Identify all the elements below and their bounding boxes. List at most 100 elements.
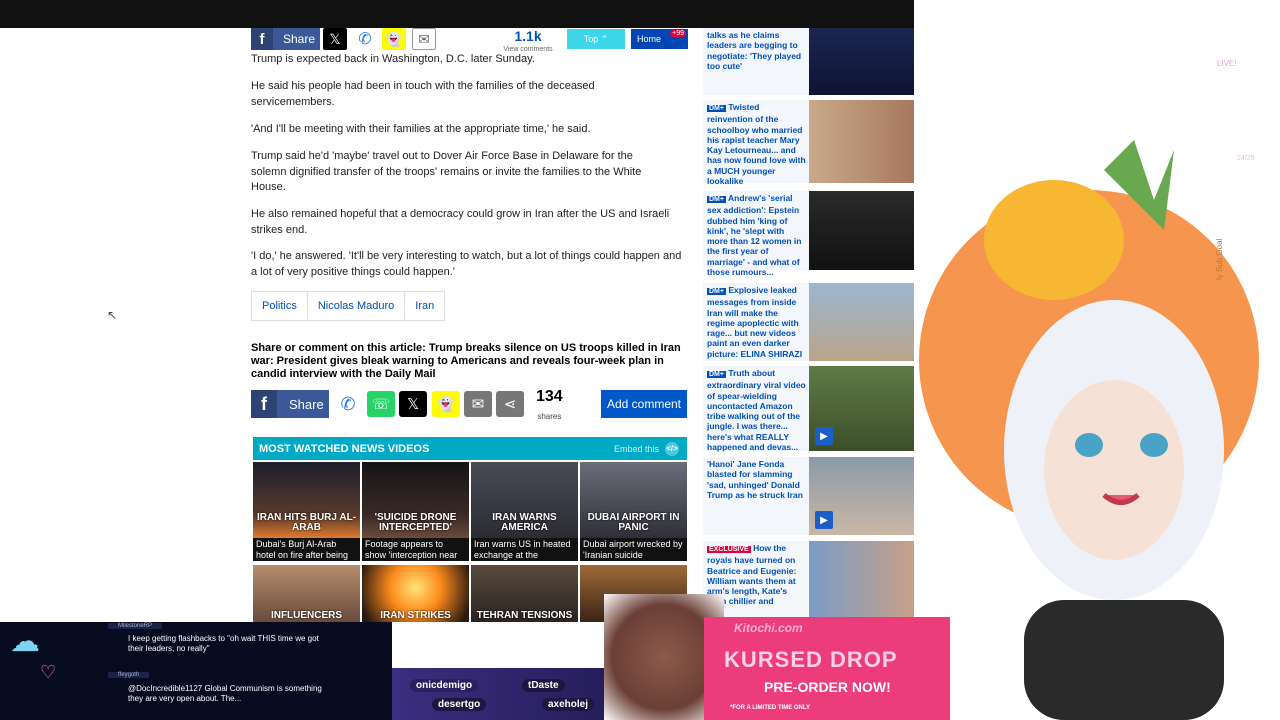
sidebar-story-headline: Explosive leaked messages from inside Ir… <box>707 285 803 359</box>
email-share-icon[interactable]: ✉ <box>412 28 436 50</box>
video-tile[interactable]: INFLUENCERS <box>253 565 360 622</box>
messenger-share-icon[interactable]: ✆ <box>334 391 362 417</box>
video-caption: Footage appears to show 'interception ne… <box>362 538 469 561</box>
video-caption: Dubai airport wrecked by 'Iranian suicid… <box>580 538 687 561</box>
tag-iran[interactable]: Iran <box>404 291 446 321</box>
most-watched-header: MOST WATCHED NEWS VIDEOS Embed this </> <box>253 437 687 460</box>
sidebar-story-image: ▶ <box>809 366 914 451</box>
stream-chat-box: MilestoneRP I keep getting flashbacks to… <box>0 622 392 720</box>
sub-goal-count: 24/25 <box>1237 155 1255 162</box>
tag-nicolas-maduro[interactable]: Nicolas Maduro <box>306 291 406 321</box>
sidebar-story-image <box>809 541 914 620</box>
exclusive-badge: EXCLUSIVE <box>707 546 751 553</box>
sidebar-story[interactable]: 'Hanoi' Jane Fonda blasted for slamming … <box>703 457 914 535</box>
home-notification-badge: +99 <box>670 30 686 37</box>
promo-subtitle: PRE-ORDER NOW! <box>764 679 891 695</box>
heart-icon: ♡ <box>40 662 57 682</box>
video-tile[interactable]: IRAN STRIKES <box>362 565 469 622</box>
messenger-share-icon[interactable]: ✆ <box>353 28 377 50</box>
play-icon: ▶ <box>815 511 833 529</box>
article-paragraph: 'And I'll be meeting with their families… <box>251 123 591 135</box>
video-tile[interactable]: TEHRAN TENSIONS <box>471 565 578 622</box>
video-tile[interactable]: 'SUICIDE DRONE INTERCEPTED' Footage appe… <box>362 462 469 561</box>
snapchat-share-icon[interactable]: 👻 <box>432 391 460 417</box>
email-share-icon[interactable]: ✉ <box>464 391 492 417</box>
sidebar-story[interactable]: DM+ Truth about extraordinary viral vide… <box>703 366 914 453</box>
sidebar-story-headline: Twisted reinvention of the schoolboy who… <box>707 102 806 187</box>
comments-count-link[interactable]: 1.1k View comments <box>499 28 557 53</box>
share-label: Share <box>289 396 324 412</box>
facebook-share-button[interactable]: f Share <box>251 28 320 50</box>
article-share-row: f Share ✆ ☏ 𝕏 👻 ✉ ⋖ 134 shares Add comme… <box>251 388 688 421</box>
promo-title: KURSED DROP <box>724 647 898 672</box>
article-paragraph: Trump is expected back in Washington, D.… <box>251 53 535 65</box>
sidebar-story-image <box>809 100 914 183</box>
sidebar-story-image: ▶ <box>809 457 914 535</box>
snapchat-share-icon[interactable]: 👻 <box>382 28 406 50</box>
embed-icon[interactable]: </> <box>665 441 679 456</box>
chevron-up-icon: ⌃ <box>600 33 609 44</box>
x-share-icon[interactable]: 𝕏 <box>399 391 427 417</box>
sidebar-story[interactable]: EXCLUSIVE How the royals have turned on … <box>703 541 914 620</box>
video-overlay-title: IRAN STRIKES <box>380 610 451 621</box>
video-overlay-title: IRAN WARNS AMERICA <box>492 512 557 533</box>
chat-username: ffeygoth <box>108 672 150 678</box>
mouse-cursor-icon: ↖ <box>107 308 118 322</box>
x-share-icon[interactable]: 𝕏 <box>323 28 347 50</box>
facebook-icon: f <box>251 28 273 50</box>
sub-goal-label: ly Sub Goal <box>1215 238 1224 280</box>
share-label: Share <box>283 32 316 46</box>
top-label: Top <box>583 34 599 44</box>
dm-plus-badge: DM+ <box>707 371 726 378</box>
sidebar-story-headline: Truth about extraordinary viral video of… <box>707 368 806 453</box>
article-topic-tags: Politics Nicolas Maduro Iran <box>251 291 446 321</box>
dm-plus-badge: DM+ <box>707 196 726 203</box>
add-comment-button[interactable]: Add comment <box>601 390 687 418</box>
video-tile[interactable]: IRAN HITS BURJ AL-ARAB Dubai's Burj Al-A… <box>253 462 360 561</box>
sidebar-story[interactable]: DM+ Andrew's 'serial sex addiction': Eps… <box>703 191 914 277</box>
sidebar-story-headline: talks as he claims leaders are begging t… <box>707 30 802 71</box>
dm-plus-badge: DM+ <box>707 105 726 112</box>
video-caption: Iran warns US in heated exchange at the <box>471 538 578 561</box>
sidebar-story-image <box>809 191 914 270</box>
sidebar-story[interactable]: DM+ Twisted reinvention of the schoolboy… <box>703 100 914 187</box>
sidebar-story[interactable]: DM+ Explosive leaked messages from insid… <box>703 283 914 361</box>
shares-count: 134 shares <box>536 388 563 424</box>
sidebar-story-headline: Andrew's 'serial sex addiction': Epstein… <box>707 193 802 278</box>
whatsapp-share-icon[interactable]: ☏ <box>367 391 395 417</box>
sub-name: onicdemigo <box>410 679 479 692</box>
embed-link[interactable]: Embed this <box>614 444 659 454</box>
video-overlay-title: TEHRAN TENSIONS <box>476 610 573 621</box>
promo-brand: Kitochi.com <box>734 621 803 635</box>
comments-count: 1.1k <box>514 28 542 44</box>
article-paragraph: Trump said he'd 'maybe' travel out to Do… <box>251 150 642 194</box>
promo-fineprint: *FOR A LIMITED TIME ONLY <box>730 705 811 711</box>
video-overlay-title: INFLUENCERS <box>270 610 343 621</box>
facebook-share-button-large[interactable]: f Share <box>251 390 329 418</box>
more-share-icon[interactable]: ⋖ <box>496 391 524 417</box>
sidebar-story[interactable]: talks as he claims leaders are begging t… <box>703 28 914 95</box>
play-icon: ▶ <box>815 427 833 445</box>
tag-politics[interactable]: Politics <box>251 291 308 321</box>
back-to-top-button[interactable]: Top ⌃ <box>567 29 625 49</box>
sub-name: tDaste <box>522 679 565 692</box>
facebook-icon: f <box>251 390 277 418</box>
home-label: Home <box>637 34 662 44</box>
video-overlay-title: DUBAI AIRPORT IN PANIC <box>587 512 680 533</box>
home-button[interactable]: Home +99 <box>631 29 688 49</box>
video-tile[interactable]: DUBAI AIRPORT IN PANIC Dubai airport wre… <box>580 462 687 561</box>
article-paragraph: He also remained hopeful that a democrac… <box>251 208 670 236</box>
article-paragraph: He said his people had been in touch wit… <box>251 80 595 108</box>
video-caption: Dubai's Burj Al-Arab hotel on fire after… <box>253 538 360 561</box>
most-watched-title: MOST WATCHED NEWS VIDEOS <box>259 442 430 455</box>
sidebar-story-headline: 'Hanoi' Jane Fonda blasted for slamming … <box>707 459 803 500</box>
video-overlay-title: IRAN HITS BURJ AL-ARAB <box>256 512 357 533</box>
video-tile[interactable]: IRAN WARNS AMERICA Iran warns US in heat… <box>471 462 578 561</box>
sub-name: axeholej <box>542 698 595 711</box>
chat-message: I keep getting flashbacks to "oh wait TH… <box>128 634 319 653</box>
live-label: LIVE! <box>1217 59 1237 68</box>
video-overlay-title: 'SUICIDE DRONE INTERCEPTED' <box>374 512 457 533</box>
dm-plus-badge: DM+ <box>707 288 726 295</box>
article-paragraph: 'I do,' he answered. 'It'll be very inte… <box>251 250 682 278</box>
chat-message: @DocIncredible1127 Global Communism is s… <box>128 684 322 703</box>
